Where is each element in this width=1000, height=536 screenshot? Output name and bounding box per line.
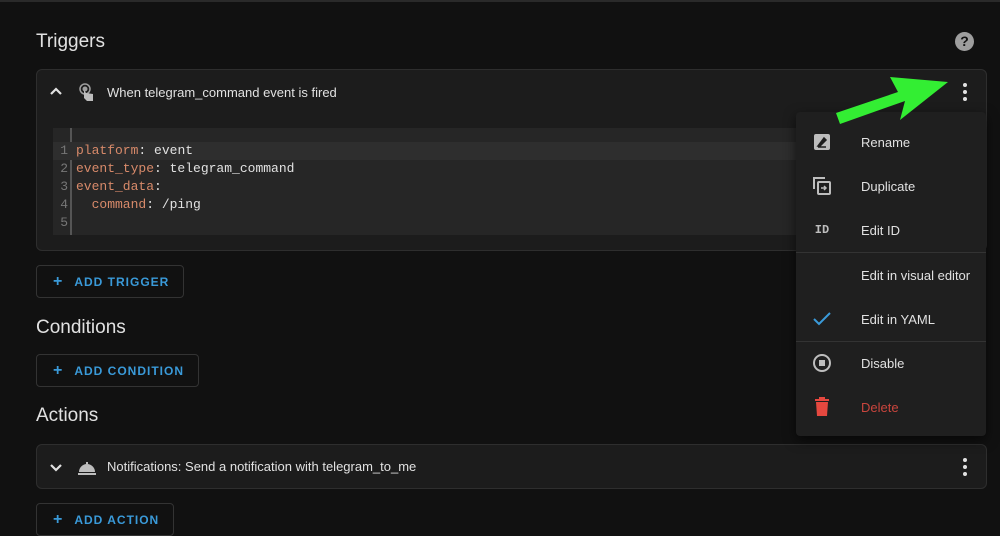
actions-heading: Actions <box>36 405 99 426</box>
id-icon: ID <box>814 223 830 237</box>
plus-icon: + <box>53 272 64 290</box>
more-options-icon[interactable] <box>962 83 968 101</box>
menu-item-label: Rename <box>861 134 911 150</box>
menu-item-label: Edit ID <box>861 222 901 238</box>
code-line: 4 command: /ping <box>60 197 201 212</box>
trigger-title: When telegram_command event is fired <box>107 85 337 100</box>
delete-icon <box>812 397 832 417</box>
disable-icon <box>812 353 832 373</box>
plus-icon: + <box>53 361 64 379</box>
add-action-label: ADD ACTION <box>74 512 160 527</box>
triggers-heading: Triggers <box>36 31 105 52</box>
top-divider <box>0 0 1000 2</box>
menu-item-edit-id[interactable]: ID Edit ID <box>796 208 986 252</box>
bell-icon <box>78 462 96 475</box>
menu-item-delete[interactable]: Delete <box>796 385 986 429</box>
help-icon[interactable]: ? <box>955 32 974 51</box>
menu-item-rename[interactable]: Rename <box>796 120 986 164</box>
rename-icon <box>812 132 832 152</box>
trigger-card-header[interactable]: When telegram_command event is fired <box>37 70 986 114</box>
action-more-options-icon[interactable] <box>962 458 968 476</box>
chevron-down-icon[interactable] <box>49 460 63 474</box>
add-action-button[interactable]: + ADD ACTION <box>36 503 175 536</box>
overflow-menu: Rename Duplicate ID Edit ID Edit in visu… <box>796 112 986 436</box>
code-line: 2 event_type: telegram_command <box>60 161 295 176</box>
menu-item-label: Edit in visual editor <box>861 267 971 283</box>
duplicate-icon <box>812 176 832 196</box>
check-icon <box>812 309 832 329</box>
menu-item-label: Disable <box>861 355 905 371</box>
menu-item-duplicate[interactable]: Duplicate <box>796 164 986 208</box>
add-condition-button[interactable]: + ADD CONDITION <box>36 354 200 387</box>
action-title: Notifications: Send a notification with … <box>107 459 417 474</box>
menu-item-label: Duplicate <box>861 178 916 194</box>
plus-icon: + <box>53 510 64 528</box>
menu-item-disable[interactable]: Disable <box>796 341 986 385</box>
conditions-heading: Conditions <box>36 317 126 338</box>
chevron-up-icon[interactable] <box>49 85 63 99</box>
gesture-tap-icon <box>79 83 93 101</box>
add-condition-label: ADD CONDITION <box>74 363 185 378</box>
menu-item-label: Delete <box>861 399 899 415</box>
menu-item-edit-yaml[interactable]: Edit in YAML <box>796 297 986 341</box>
menu-item-edit-visual[interactable]: Edit in visual editor <box>796 253 986 297</box>
code-line: 3 event_data: <box>60 179 162 194</box>
menu-item-label: Edit in YAML <box>861 311 935 327</box>
code-line: 1 platform: event <box>53 142 813 160</box>
yaml-editor[interactable]: 1 platform: event 2 event_type: telegram_c… <box>53 128 813 235</box>
add-trigger-label: ADD TRIGGER <box>74 274 170 289</box>
action-card[interactable]: Notifications: Send a notification with … <box>36 444 987 489</box>
code-line: 5 <box>60 215 68 230</box>
add-trigger-button[interactable]: + ADD TRIGGER <box>36 265 185 298</box>
